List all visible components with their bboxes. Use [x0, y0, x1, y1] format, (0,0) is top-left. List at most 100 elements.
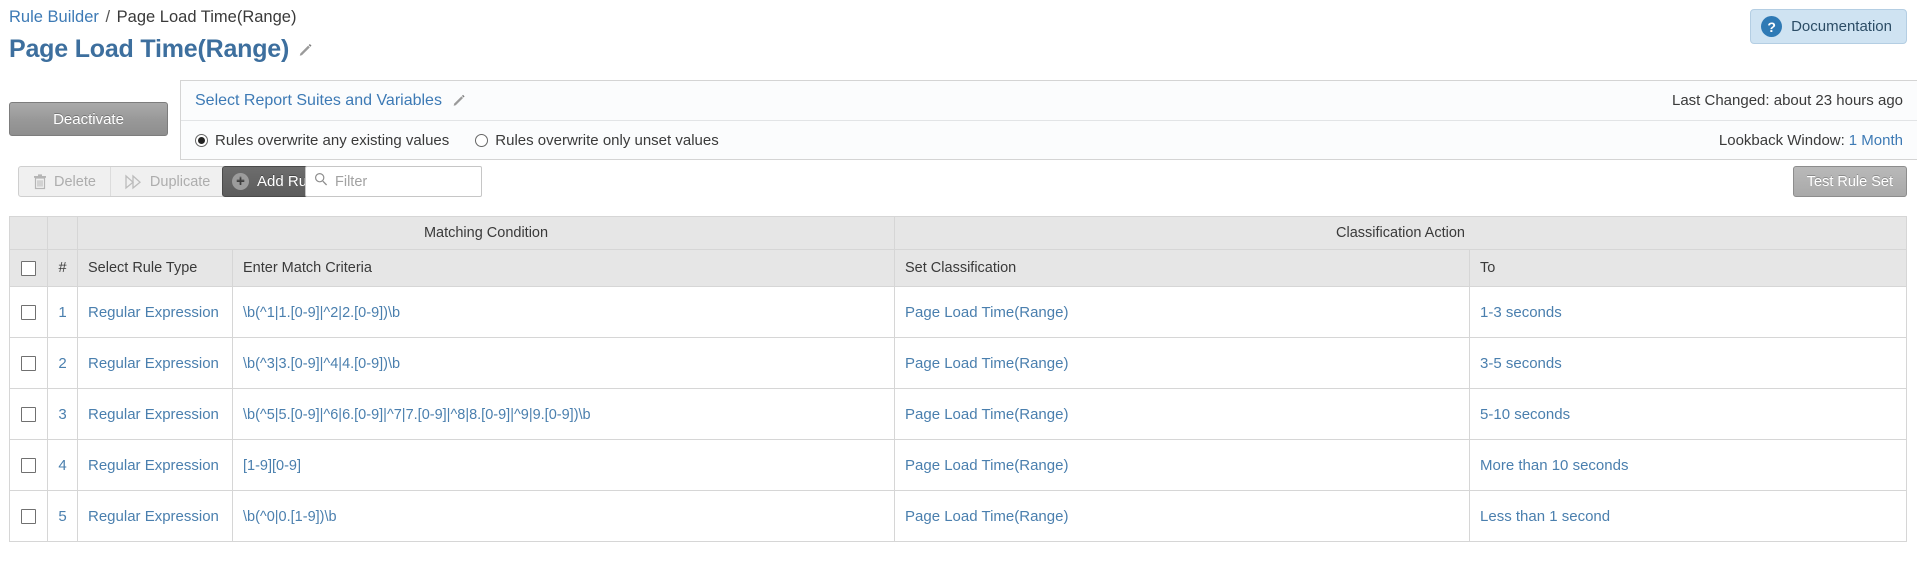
row-rule-type: Regular Expression — [77, 337, 233, 389]
row-rule-type: Regular Expression — [77, 286, 233, 338]
breadcrumb-link-rule-builder[interactable]: Rule Builder — [9, 8, 99, 26]
row-match-criteria: [1-9][0-9] — [231, 439, 896, 491]
radio-label: Rules overwrite any existing values — [215, 131, 450, 149]
column-header-num: # — [47, 249, 78, 287]
row-select-cell — [9, 439, 48, 491]
filter-input[interactable] — [333, 172, 481, 191]
match-criteria-value[interactable]: \b(^1|1.[0-9]|^2|2.[0-9])\b — [243, 305, 400, 321]
row-number: 1 — [47, 286, 78, 338]
deactivate-button[interactable]: Deactivate — [9, 102, 168, 136]
table-row: 2 Regular Expression \b(^3|3.[0-9]|^4|4.… — [9, 337, 1907, 389]
match-criteria-value[interactable]: \b(^0|0.[1-9])\b — [243, 509, 337, 525]
match-criteria-value[interactable]: \b(^5|5.[0-9]|^6|6.[0-9]|^7|7.[0-9]|^8|8… — [243, 407, 591, 423]
set-classification-link[interactable]: Page Load Time(Range) — [905, 508, 1068, 525]
row-number: 5 — [47, 490, 78, 542]
rule-type-link[interactable]: Regular Expression — [88, 355, 219, 372]
rule-type-link[interactable]: Regular Expression — [88, 508, 219, 525]
to-value[interactable]: More than 10 seconds — [1480, 457, 1628, 474]
duplicate-button[interactable]: Duplicate — [109, 167, 224, 196]
column-header-match-criteria: Enter Match Criteria — [231, 249, 896, 287]
rules-toolbar: Delete Duplicate + Add Rule Test Rule Se… — [9, 166, 1907, 202]
row-set-classification: Page Load Time(Range) — [894, 490, 1471, 542]
page-title-row: Page Load Time(Range) — [9, 35, 313, 64]
documentation-label: Documentation — [1791, 18, 1892, 35]
row-set-classification: Page Load Time(Range) — [894, 286, 1471, 338]
set-classification-link[interactable]: Page Load Time(Range) — [905, 355, 1068, 372]
row-number: 3 — [47, 388, 78, 440]
select-all-checkbox[interactable] — [21, 260, 36, 276]
filter-field-wrapper[interactable] — [305, 166, 482, 197]
to-value[interactable]: Less than 1 second — [1480, 508, 1610, 525]
set-classification-link[interactable]: Page Load Time(Range) — [905, 406, 1068, 423]
row-match-criteria: \b(^5|5.[0-9]|^6|6.[0-9]|^7|7.[0-9]|^8|8… — [231, 388, 896, 440]
row-set-classification: Page Load Time(Range) — [894, 439, 1471, 491]
row-checkbox[interactable] — [21, 458, 36, 474]
row-rule-type: Regular Expression — [77, 388, 233, 440]
rule-type-link[interactable]: Regular Expression — [88, 406, 219, 423]
column-header-to: To — [1469, 249, 1907, 287]
select-report-suites-link[interactable]: Select Report Suites and Variables — [195, 92, 442, 110]
row-select-cell — [9, 337, 48, 389]
to-value[interactable]: 1-3 seconds — [1480, 304, 1562, 321]
radio-overwrite-unset[interactable]: Rules overwrite only unset values — [475, 132, 719, 149]
to-value[interactable]: 3-5 seconds — [1480, 355, 1562, 372]
deactivate-label: Deactivate — [53, 110, 124, 128]
row-checkbox[interactable] — [21, 509, 36, 525]
match-criteria-value[interactable]: \b(^3|3.[0-9]|^4|4.[0-9])\b — [243, 356, 400, 372]
breadcrumb-current: Page Load Time(Range) — [116, 8, 297, 26]
row-number: 2 — [47, 337, 78, 389]
table-group-header-row: Matching Condition Classification Action — [9, 216, 1907, 250]
row-to: 1-3 seconds — [1469, 286, 1907, 338]
row-checkbox[interactable] — [21, 356, 36, 372]
column-header-set-classification: Set Classification — [894, 249, 1471, 287]
row-rule-type: Regular Expression — [77, 439, 233, 491]
last-changed: Last Changed: about 23 hours ago — [1672, 81, 1903, 120]
lookback-value-link[interactable]: 1 Month — [1849, 132, 1903, 149]
row-to: Less than 1 second — [1469, 490, 1907, 542]
match-criteria-value[interactable]: [1-9][0-9] — [243, 458, 301, 474]
breadcrumb-separator: / — [105, 8, 111, 26]
row-checkbox[interactable] — [21, 305, 36, 321]
search-icon — [314, 172, 328, 191]
row-actions-group: Delete Duplicate — [18, 166, 226, 197]
breadcrumb: Rule Builder / Page Load Time(Range) — [9, 8, 296, 27]
row-set-classification: Page Load Time(Range) — [894, 388, 1471, 440]
to-value[interactable]: 5-10 seconds — [1480, 406, 1570, 423]
table-column-header-row: # Select Rule Type Enter Match Criteria … — [9, 249, 1907, 287]
settings-panel: Select Report Suites and Variables Last … — [180, 80, 1917, 160]
radio-overwrite-existing[interactable]: Rules overwrite any existing values — [195, 132, 449, 149]
row-match-criteria: \b(^0|0.[1-9])\b — [231, 490, 896, 542]
delete-button[interactable]: Delete — [19, 167, 110, 196]
table-row: 3 Regular Expression \b(^5|5.[0-9]|^6|6.… — [9, 388, 1907, 440]
set-classification-link[interactable]: Page Load Time(Range) — [905, 457, 1068, 474]
row-set-classification: Page Load Time(Range) — [894, 337, 1471, 389]
duplicate-icon — [125, 174, 143, 190]
pencil-icon[interactable] — [452, 93, 467, 108]
group-header-matching-condition: Matching Condition — [76, 216, 896, 250]
radio-indicator — [475, 133, 489, 147]
row-select-cell — [9, 388, 48, 440]
row-match-criteria: \b(^1|1.[0-9]|^2|2.[0-9])\b — [231, 286, 896, 338]
rule-type-link[interactable]: Regular Expression — [88, 304, 219, 321]
report-suites-row: Select Report Suites and Variables Last … — [181, 81, 1917, 120]
lookback-label: Lookback Window: — [1718, 131, 1845, 149]
row-rule-type: Regular Expression — [77, 490, 233, 542]
set-classification-link[interactable]: Page Load Time(Range) — [905, 304, 1068, 321]
pencil-icon[interactable] — [298, 42, 313, 57]
table-row: 1 Regular Expression \b(^1|1.[0-9]|^2|2.… — [9, 286, 1907, 338]
last-changed-label: Last Changed: about 23 hours ago — [1671, 92, 1903, 109]
rule-type-link[interactable]: Regular Expression — [88, 457, 219, 474]
delete-label: Delete — [54, 173, 96, 190]
row-to: More than 10 seconds — [1469, 439, 1907, 491]
row-select-cell — [9, 490, 48, 542]
select-all-header — [9, 249, 48, 287]
column-header-rule-type: Select Rule Type — [77, 249, 233, 287]
page-title: Page Load Time(Range) — [9, 35, 290, 63]
test-rule-set-label: Test Rule Set — [1806, 173, 1893, 190]
row-select-cell — [9, 286, 48, 338]
documentation-button[interactable]: ? Documentation — [1750, 9, 1907, 44]
overwrite-radio-group: Rules overwrite any existing values Rule… — [195, 132, 719, 149]
plus-circle-icon: + — [232, 173, 249, 190]
row-checkbox[interactable] — [21, 407, 36, 423]
test-rule-set-button[interactable]: Test Rule Set — [1792, 166, 1907, 197]
